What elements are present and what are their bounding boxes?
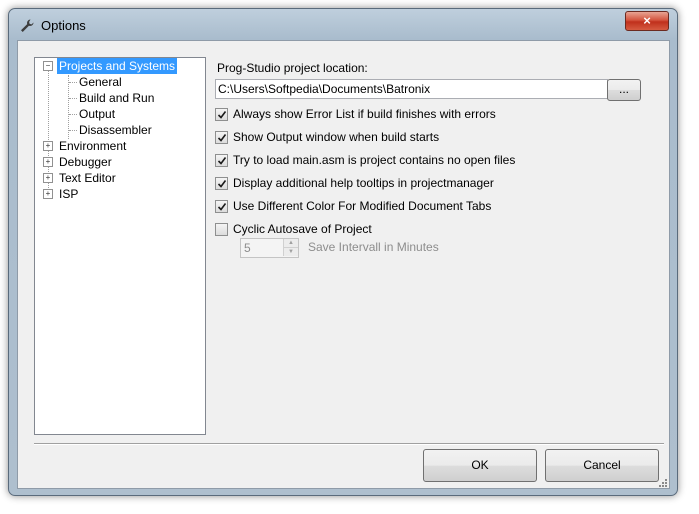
option-label: Use Different Color For Modified Documen… bbox=[233, 199, 492, 213]
expand-icon[interactable]: + bbox=[43, 141, 53, 151]
autosave-interval-spinner[interactable]: 5 ▲ ▼ bbox=[240, 238, 299, 258]
close-icon: × bbox=[643, 13, 651, 28]
tree-item-label[interactable]: Projects and Systems bbox=[57, 58, 178, 74]
option-label: Show Output window when build starts bbox=[233, 130, 440, 144]
checkbox[interactable] bbox=[215, 108, 228, 121]
options-tree[interactable]: − Projects and Systems General Build and… bbox=[34, 57, 206, 435]
spin-down-arrow-icon[interactable]: ▼ bbox=[283, 248, 298, 256]
tree-connector bbox=[69, 98, 77, 99]
tree-item-label[interactable]: Build and Run bbox=[77, 90, 156, 106]
tree-item-label[interactable]: Environment bbox=[57, 138, 128, 154]
ok-button[interactable]: OK bbox=[423, 449, 537, 482]
title-bar[interactable]: Options × bbox=[9, 9, 677, 39]
tree-item-label[interactable]: Debugger bbox=[57, 154, 114, 170]
dialog-client-area: − Projects and Systems General Build and… bbox=[17, 40, 670, 489]
wrench-icon bbox=[19, 18, 35, 34]
collapse-icon[interactable]: − bbox=[43, 61, 53, 71]
browse-button[interactable]: ... bbox=[607, 79, 641, 101]
option-label: Always show Error List if build finishes… bbox=[233, 107, 496, 121]
project-location-input[interactable]: C:\Users\Softpedia\Documents\Batronix bbox=[215, 79, 608, 99]
tree-item-label[interactable]: Disassembler bbox=[77, 122, 154, 138]
window-title: Options bbox=[41, 18, 86, 33]
checkbox[interactable] bbox=[215, 200, 228, 213]
expand-icon[interactable]: + bbox=[43, 189, 53, 199]
option-label: Try to load main.asm is project contains… bbox=[233, 153, 516, 167]
tree-item-label[interactable]: Output bbox=[77, 106, 117, 122]
project-location-label: Prog-Studio project location: bbox=[217, 61, 368, 75]
tree-item-label[interactable]: Text Editor bbox=[57, 170, 118, 186]
spinner-value: 5 bbox=[244, 241, 251, 255]
divider bbox=[34, 443, 664, 445]
cancel-button[interactable]: Cancel bbox=[545, 449, 659, 482]
option-label: Display additional help tooltips in proj… bbox=[233, 176, 494, 190]
tree-connector bbox=[48, 70, 49, 190]
tree-connector bbox=[69, 130, 77, 131]
tree-connector bbox=[69, 114, 77, 115]
tree-item-label[interactable]: General bbox=[77, 74, 124, 90]
expand-icon[interactable]: + bbox=[43, 157, 53, 167]
checkbox[interactable] bbox=[215, 154, 228, 167]
spin-up-arrow-icon[interactable]: ▲ bbox=[283, 239, 298, 248]
expand-icon[interactable]: + bbox=[43, 173, 53, 183]
autosave-interval-label: Save Intervall in Minutes bbox=[308, 240, 439, 254]
tree-connector bbox=[69, 82, 77, 83]
checkbox[interactable] bbox=[215, 223, 228, 236]
close-button[interactable]: × bbox=[625, 11, 669, 31]
options-window: Options × − Projects and Systems General… bbox=[8, 8, 678, 496]
checkbox[interactable] bbox=[215, 131, 228, 144]
option-label: Cyclic Autosave of Project bbox=[233, 222, 372, 236]
resize-grip-icon[interactable] bbox=[657, 476, 667, 487]
checkbox[interactable] bbox=[215, 177, 228, 190]
tree-item-label[interactable]: ISP bbox=[57, 186, 80, 202]
